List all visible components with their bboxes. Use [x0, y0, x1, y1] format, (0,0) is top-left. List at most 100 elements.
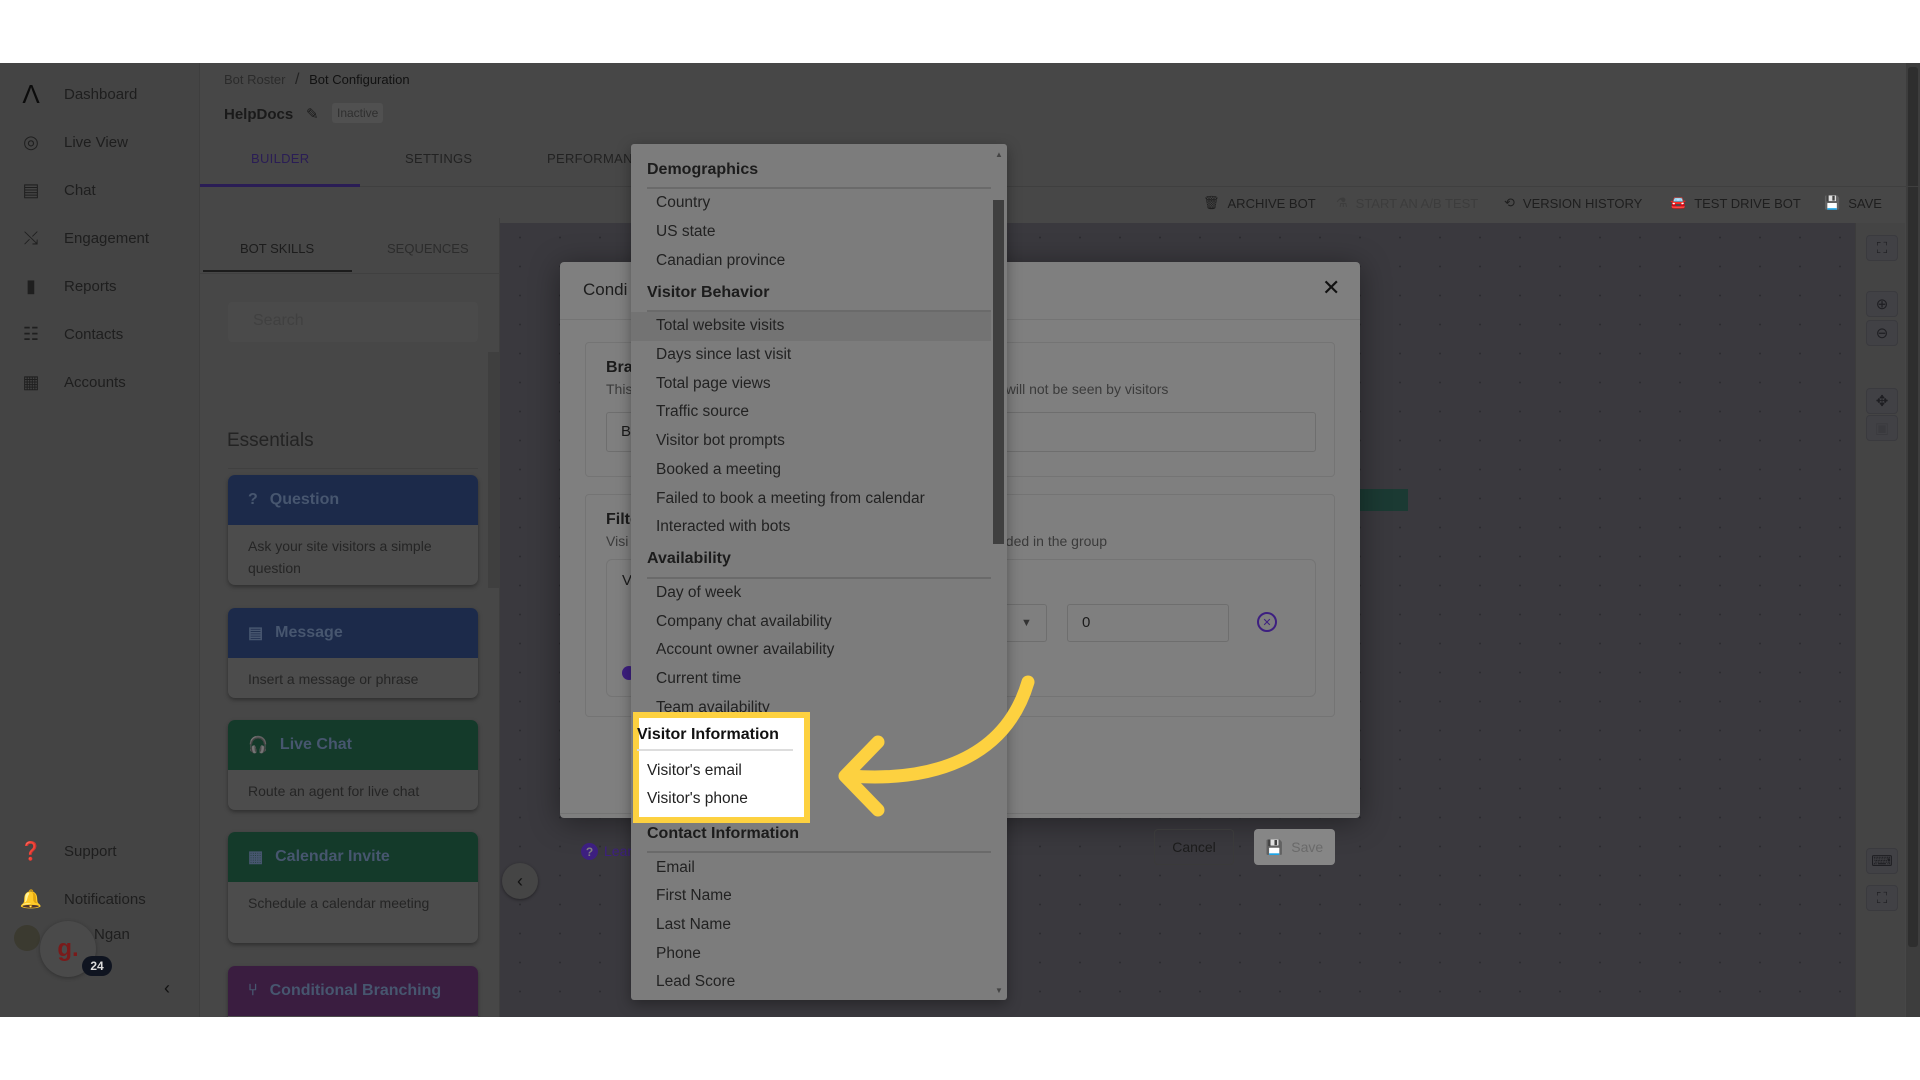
dropdown-item[interactable]: Canadian province	[631, 246, 991, 275]
breadcrumb-bot-roster[interactable]: Bot Roster	[224, 72, 285, 87]
sidebar-item-accounts[interactable]: ▦ Accounts	[18, 369, 125, 395]
dropdown-item[interactable]: Last Name	[631, 911, 991, 940]
operator-select-chevron-down-icon[interactable]: ▼	[1007, 604, 1047, 642]
save-label: SAVE	[1848, 195, 1882, 211]
version-label: VERSION HISTORY	[1522, 195, 1643, 211]
app-window: Λ Dashboard ◎ Live View ▤ Chat ⤯ Engagement ▮ Rep…	[0, 63, 1920, 1017]
dropdown-item-visitors-email[interactable]: Visitor's email	[647, 762, 742, 780]
skill-title: Question	[269, 491, 340, 508]
dropdown-item[interactable]: Account owner availability	[631, 636, 991, 665]
dropdown-item[interactable]: Lead Score	[631, 968, 991, 997]
dropdown-item[interactable]: Email	[631, 853, 991, 882]
dropdown-item[interactable]: First Name	[631, 882, 991, 911]
dropdown-item[interactable]: Day of week	[631, 579, 991, 608]
tab-builder[interactable]: BUILDER	[251, 151, 309, 166]
skill-icon: ▤	[248, 625, 264, 642]
skill-description: Route an agent for live chat	[248, 783, 420, 799]
dropdown-item[interactable]: Current time	[631, 665, 991, 694]
scroll-down-arrow-icon[interactable]: ▼	[995, 986, 1003, 995]
filter-value-input[interactable]: 0	[1067, 604, 1229, 642]
dropdown-item[interactable]: Interacted with bots	[631, 513, 991, 542]
dropdown-item[interactable]: Total website visits	[631, 312, 991, 341]
collapse-panel-chevron-icon[interactable]: ‹	[502, 863, 538, 899]
widget-logo: g.	[57, 935, 79, 962]
skill-card-message[interactable]: ▤ Message Insert a message or phrase	[228, 608, 478, 698]
filters-help: Visi	[606, 533, 629, 549]
sidebar-item-dashboard[interactable]: Λ Dashboard	[18, 79, 138, 109]
help-circle-icon: ?	[581, 843, 598, 860]
branch-name-label: Bra	[606, 359, 633, 376]
skill-card-conditional-branching[interactable]: ⑂ Conditional Branching Branch based on co…	[228, 966, 478, 1017]
dropdown-item[interactable]: Company chat availability	[631, 607, 991, 636]
subtab-divider	[200, 273, 500, 274]
sidebar-item-notifications[interactable]: 🔔 Notifications	[18, 886, 146, 912]
dropdown-item[interactable]: Booked a meeting	[631, 456, 991, 485]
sidebar-item-label: Reports	[64, 277, 117, 295]
notifications-label: Notifications	[64, 890, 146, 908]
dropdown-item[interactable]: Total page views	[631, 369, 991, 398]
skill-card-calendar-invite[interactable]: ▦ Calendar Invite Schedule a calendar meet…	[228, 832, 478, 943]
canvas-node-partial[interactable]	[1358, 489, 1408, 511]
edit-pencil-icon[interactable]: ✎	[306, 105, 319, 123]
skill-title: Message	[275, 624, 343, 641]
save-button[interactable]: 💾 Save	[1254, 829, 1335, 865]
tab-bot-skills[interactable]: BOT SKILLS	[240, 241, 314, 256]
notification-badge: 24	[82, 956, 112, 976]
dropdown-item[interactable]: Visitor bot prompts	[631, 427, 991, 456]
save-toolbar-button[interactable]: 💾 SAVE	[1824, 195, 1882, 211]
dropdown-item[interactable]: Failed to book a meeting from calendar	[631, 484, 991, 513]
sidebar-item-label: Contacts	[64, 325, 124, 343]
sidebar-item-chat[interactable]: ▤ Chat	[18, 177, 95, 203]
filters-help-tail: uded in the group	[998, 533, 1107, 549]
close-icon[interactable]: ✕	[1322, 275, 1340, 301]
skill-card-question[interactable]: ? Question Ask your site visitors a simple…	[228, 475, 478, 585]
archive-label: ARCHIVE BOT	[1227, 195, 1316, 211]
learn-more-link[interactable]: Lear	[604, 843, 632, 859]
dropdown-item-visitors-phone[interactable]: Visitor's phone	[647, 790, 748, 808]
dropdown-item[interactable]: Traffic source	[631, 398, 991, 427]
scroll-up-arrow-icon[interactable]: ▲	[995, 150, 1003, 159]
fullscreen-icon[interactable]: ⛶	[1866, 885, 1898, 911]
ab-test-label: START AN A/B TEST	[1355, 195, 1479, 211]
skill-title: Live Chat	[279, 736, 352, 753]
branch-name-help: This	[606, 381, 633, 397]
condition-type-dropdown[interactable]: Demographics Country US state Canadian prov…	[631, 144, 1007, 1000]
keyboard-icon[interactable]: ⌨	[1866, 848, 1898, 874]
sidebar-item-label: Dashboard	[64, 85, 138, 103]
sidebar-item-contacts[interactable]: ☷ Contacts	[18, 321, 123, 347]
dropdown-item[interactable]: US state	[631, 218, 991, 247]
sidebar-item-support[interactable]: ❓ Support	[18, 838, 117, 864]
page-scrollbar[interactable]	[1906, 63, 1920, 1017]
remove-filter-icon[interactable]: ✕	[1257, 612, 1277, 632]
sidebar-item-reports[interactable]: ▮ Reports	[18, 273, 117, 299]
zoom-in-icon[interactable]: ⊕	[1866, 291, 1898, 317]
sidebar-item-live-view[interactable]: ◎ Live View	[18, 129, 128, 155]
user-name: Ngan	[94, 926, 130, 943]
archive-bot-button[interactable]: 🗑 ARCHIVE BOT	[1203, 195, 1316, 211]
tab-sequences[interactable]: SEQUENCES	[387, 241, 469, 256]
dropdown-scrollbar[interactable]	[993, 200, 1004, 544]
zoom-out-icon[interactable]: ⊖	[1866, 320, 1898, 346]
version-history-button[interactable]: ⟲ VERSION HISTORY	[1504, 195, 1642, 211]
tab-settings[interactable]: SETTINGS	[405, 151, 472, 166]
focus-icon[interactable]: ⛶	[1866, 235, 1898, 261]
move-icon[interactable]: ✥	[1866, 388, 1898, 414]
dropdown-item[interactable]: Country	[631, 189, 991, 218]
ab-test-button[interactable]: ⚗ START AN A/B TEST	[1336, 195, 1478, 211]
sidebar-item-label: Live View	[64, 133, 128, 151]
avatar[interactable]	[14, 925, 40, 951]
select-area-icon[interactable]: ▣	[1866, 415, 1898, 441]
cancel-button[interactable]: Cancel	[1154, 829, 1234, 865]
dropdown-item[interactable]: Days since last visit	[631, 341, 991, 370]
skills-scrollbar[interactable]	[488, 352, 499, 588]
skill-card-live-chat[interactable]: 🎧 Live Chat Route an agent for live chat	[228, 720, 478, 810]
modal-title: Condi	[583, 280, 628, 299]
dropdown-item[interactable]: Phone	[631, 939, 991, 968]
floppy-icon: 💾	[1824, 195, 1841, 210]
collapse-sidebar-chevron-icon[interactable]: ‹	[164, 978, 170, 999]
skills-search-input[interactable]: Search	[228, 302, 478, 342]
sidebar-item-engagement[interactable]: ⤯ Engagement	[18, 225, 149, 251]
test-drive-bot-button[interactable]: 🚘 TEST DRIVE BOT	[1670, 195, 1801, 211]
active-subtab-underline	[203, 270, 352, 272]
building-icon: ▦	[22, 371, 40, 392]
